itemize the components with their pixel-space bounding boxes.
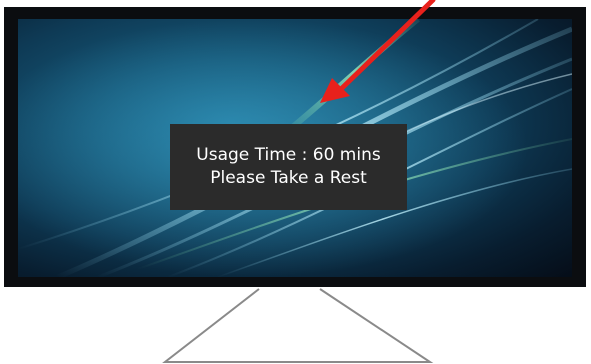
- rest-reminder-text: Please Take a Rest: [210, 168, 367, 188]
- usage-time-notification: Usage Time : 60 mins Please Take a Rest: [170, 124, 407, 210]
- illustration: Usage Time : 60 mins Please Take a Rest: [0, 0, 591, 364]
- monitor-screen: Usage Time : 60 mins Please Take a Rest: [18, 19, 572, 277]
- monitor-bezel: Usage Time : 60 mins Please Take a Rest: [4, 7, 586, 287]
- monitor-stand: [162, 288, 434, 363]
- usage-time-text: Usage Time : 60 mins: [196, 145, 381, 165]
